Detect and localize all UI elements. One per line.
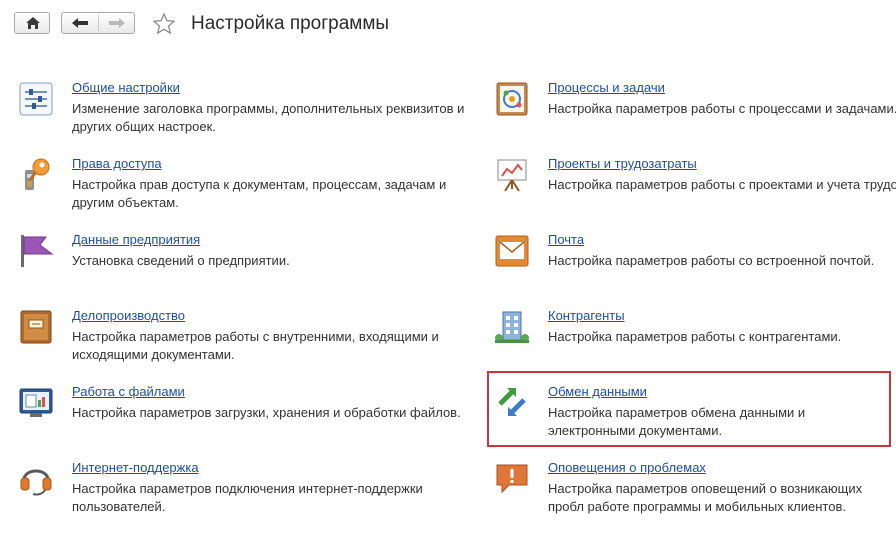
- history-nav: [61, 12, 135, 34]
- projects-labor-link[interactable]: Проекты и трудозатраты: [548, 156, 697, 171]
- folder-icon: [20, 310, 52, 344]
- mail-description: Настройка параметров работы со встроенно…: [548, 253, 875, 268]
- settings-item-mail: Почта Настройка параметров работы со вст…: [494, 232, 896, 302]
- settings-item-general: Общие настройки Изменение заголовка прог…: [18, 80, 464, 150]
- key-icon: [25, 158, 50, 190]
- records-management-description: Настройка параметров работы с внутренним…: [72, 329, 439, 362]
- records-management-link[interactable]: Делопроизводство: [72, 308, 185, 323]
- arrow-right-icon[interactable]: [108, 17, 126, 29]
- settings-item-company: Данные предприятия Установка сведений о …: [18, 232, 438, 302]
- settings-item-support: Интернет-поддержка Настройка параметров …: [18, 460, 438, 530]
- counterparties-link[interactable]: Контрагенты: [548, 308, 625, 323]
- counterparties-description: Настройка параметров работы с контрагент…: [548, 329, 842, 344]
- mail-icon: [495, 235, 529, 267]
- settings-item-files: Работа с файлами Настройка параметров за…: [18, 384, 461, 454]
- internet-support-link[interactable]: Интернет-поддержка: [72, 460, 199, 475]
- flag-icon: [21, 235, 54, 267]
- headset-icon: [20, 469, 52, 496]
- process-icon: [496, 82, 528, 116]
- processes-tasks-description: Настройка параметров работы с процессами…: [548, 101, 896, 116]
- problem-alerts-description: Настройка параметров оповещений о возник…: [548, 481, 863, 514]
- mail-link[interactable]: Почта: [548, 232, 584, 247]
- page-title: Настройка программы: [191, 13, 390, 34]
- internet-support-description: Настройка параметров подключения интерне…: [72, 481, 423, 514]
- star-icon[interactable]: [152, 12, 176, 36]
- company-data-description: Установка сведений о предприятии.: [72, 253, 290, 268]
- settings-item-alerts: Оповещения о проблемах Настройка парамет…: [494, 460, 896, 530]
- alert-bubble-icon: [496, 464, 528, 494]
- arrow-left-icon[interactable]: [71, 17, 89, 29]
- settings-item-access: Права доступа Настройка прав доступа к д…: [18, 156, 446, 226]
- settings-item-counterparties: Контрагенты Настройка параметров работы …: [494, 308, 896, 378]
- general-settings-description: Изменение заголовка программы, дополните…: [72, 101, 465, 134]
- problem-alerts-link[interactable]: Оповещения о проблемах: [548, 460, 706, 475]
- monitor-icon: [19, 388, 53, 417]
- home-icon: [26, 17, 40, 29]
- access-rights-link[interactable]: Права доступа: [72, 156, 162, 171]
- easel-chart-icon: [497, 159, 527, 192]
- settings-item-processes: Процессы и задачи Настройка параметров р…: [494, 80, 896, 150]
- sliders-icon: [19, 82, 53, 116]
- building-icon: [495, 311, 529, 343]
- company-data-link[interactable]: Данные предприятия: [72, 232, 200, 247]
- toolbar: Настройка программы: [0, 0, 896, 52]
- access-rights-description: Настройка прав доступа к документам, про…: [72, 177, 447, 210]
- processes-tasks-link[interactable]: Процессы и задачи: [548, 80, 665, 95]
- file-handling-description: Настройка параметров загрузки, хранения …: [72, 405, 461, 420]
- home-button[interactable]: [14, 12, 50, 34]
- projects-labor-description: Настройка параметров работы с проектами …: [548, 177, 896, 192]
- settings-item-projects: Проекты и трудозатраты Настройка парамет…: [494, 156, 896, 226]
- general-settings-link[interactable]: Общие настройки: [72, 80, 180, 95]
- selection-highlight: [487, 371, 891, 447]
- file-handling-link[interactable]: Работа с файлами: [72, 384, 185, 399]
- settings-item-records: Делопроизводство Настройка параметров ра…: [18, 308, 439, 378]
